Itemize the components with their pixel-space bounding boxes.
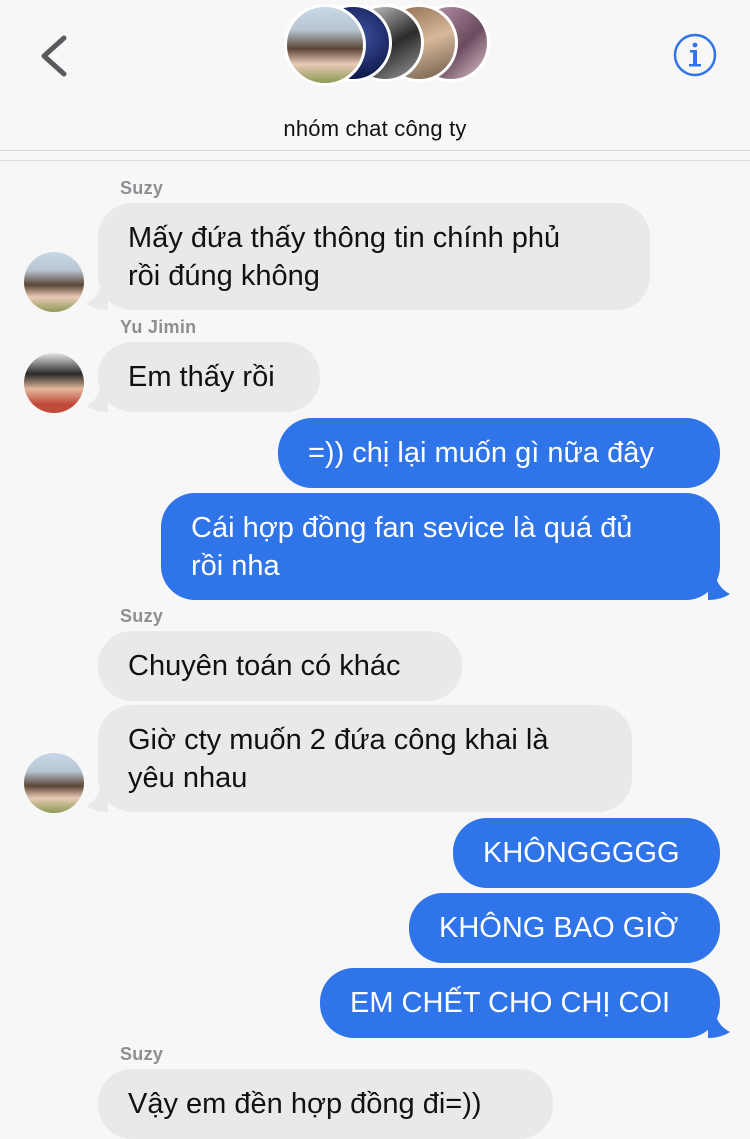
member-avatar (284, 4, 366, 86)
avatar[interactable] (24, 252, 84, 312)
sender-name: Suzy (120, 606, 164, 626)
message-bubble-outgoing[interactable]: EM CHẾT CHO CHỊ COI (320, 968, 720, 1038)
sender-name: Yu Jimin (120, 317, 197, 337)
info-circle-icon (673, 33, 717, 77)
bubble-tail (86, 790, 108, 812)
message-bubble-incoming[interactable]: Giờ cty muốn 2 đứa công khai là yêu nhau (98, 705, 632, 812)
avatar[interactable] (24, 353, 84, 413)
bubble-tail (86, 390, 108, 412)
message-bubble-incoming[interactable]: Chuyên toán có khác (98, 631, 462, 701)
info-button[interactable] (672, 32, 718, 78)
avatar[interactable] (24, 753, 84, 813)
message-bubble-outgoing[interactable]: =)) chị lại muốn gì nữa đây (278, 418, 720, 488)
bubble-tail (708, 1016, 730, 1038)
header-divider (0, 160, 750, 161)
sender-name: Suzy (120, 1044, 164, 1064)
bubble-tail (708, 578, 730, 600)
chat-title: nhóm chat công ty (283, 116, 467, 141)
group-avatar-stack[interactable] (284, 4, 504, 86)
message-bubble-outgoing[interactable]: Cái hợp đồng fan sevice là quá đủ rồi nh… (161, 493, 720, 600)
back-button[interactable] (30, 28, 78, 84)
message-bubble-incoming[interactable]: Mấy đứa thấy thông tin chính phủ rồi đún… (98, 203, 650, 310)
chevron-left-icon (41, 35, 67, 77)
sender-name: Suzy (120, 178, 164, 198)
message-bubble-incoming[interactable]: Em thấy rồi (98, 342, 320, 412)
bubble-tail (86, 288, 108, 310)
message-bubble-outgoing[interactable]: KHÔNG BAO GIỜ (409, 893, 720, 963)
message-bubble-incoming[interactable]: Vậy em đền hợp đồng đi=)) (98, 1069, 553, 1139)
message-bubble-outgoing[interactable]: KHÔNGGGGG (453, 818, 720, 888)
